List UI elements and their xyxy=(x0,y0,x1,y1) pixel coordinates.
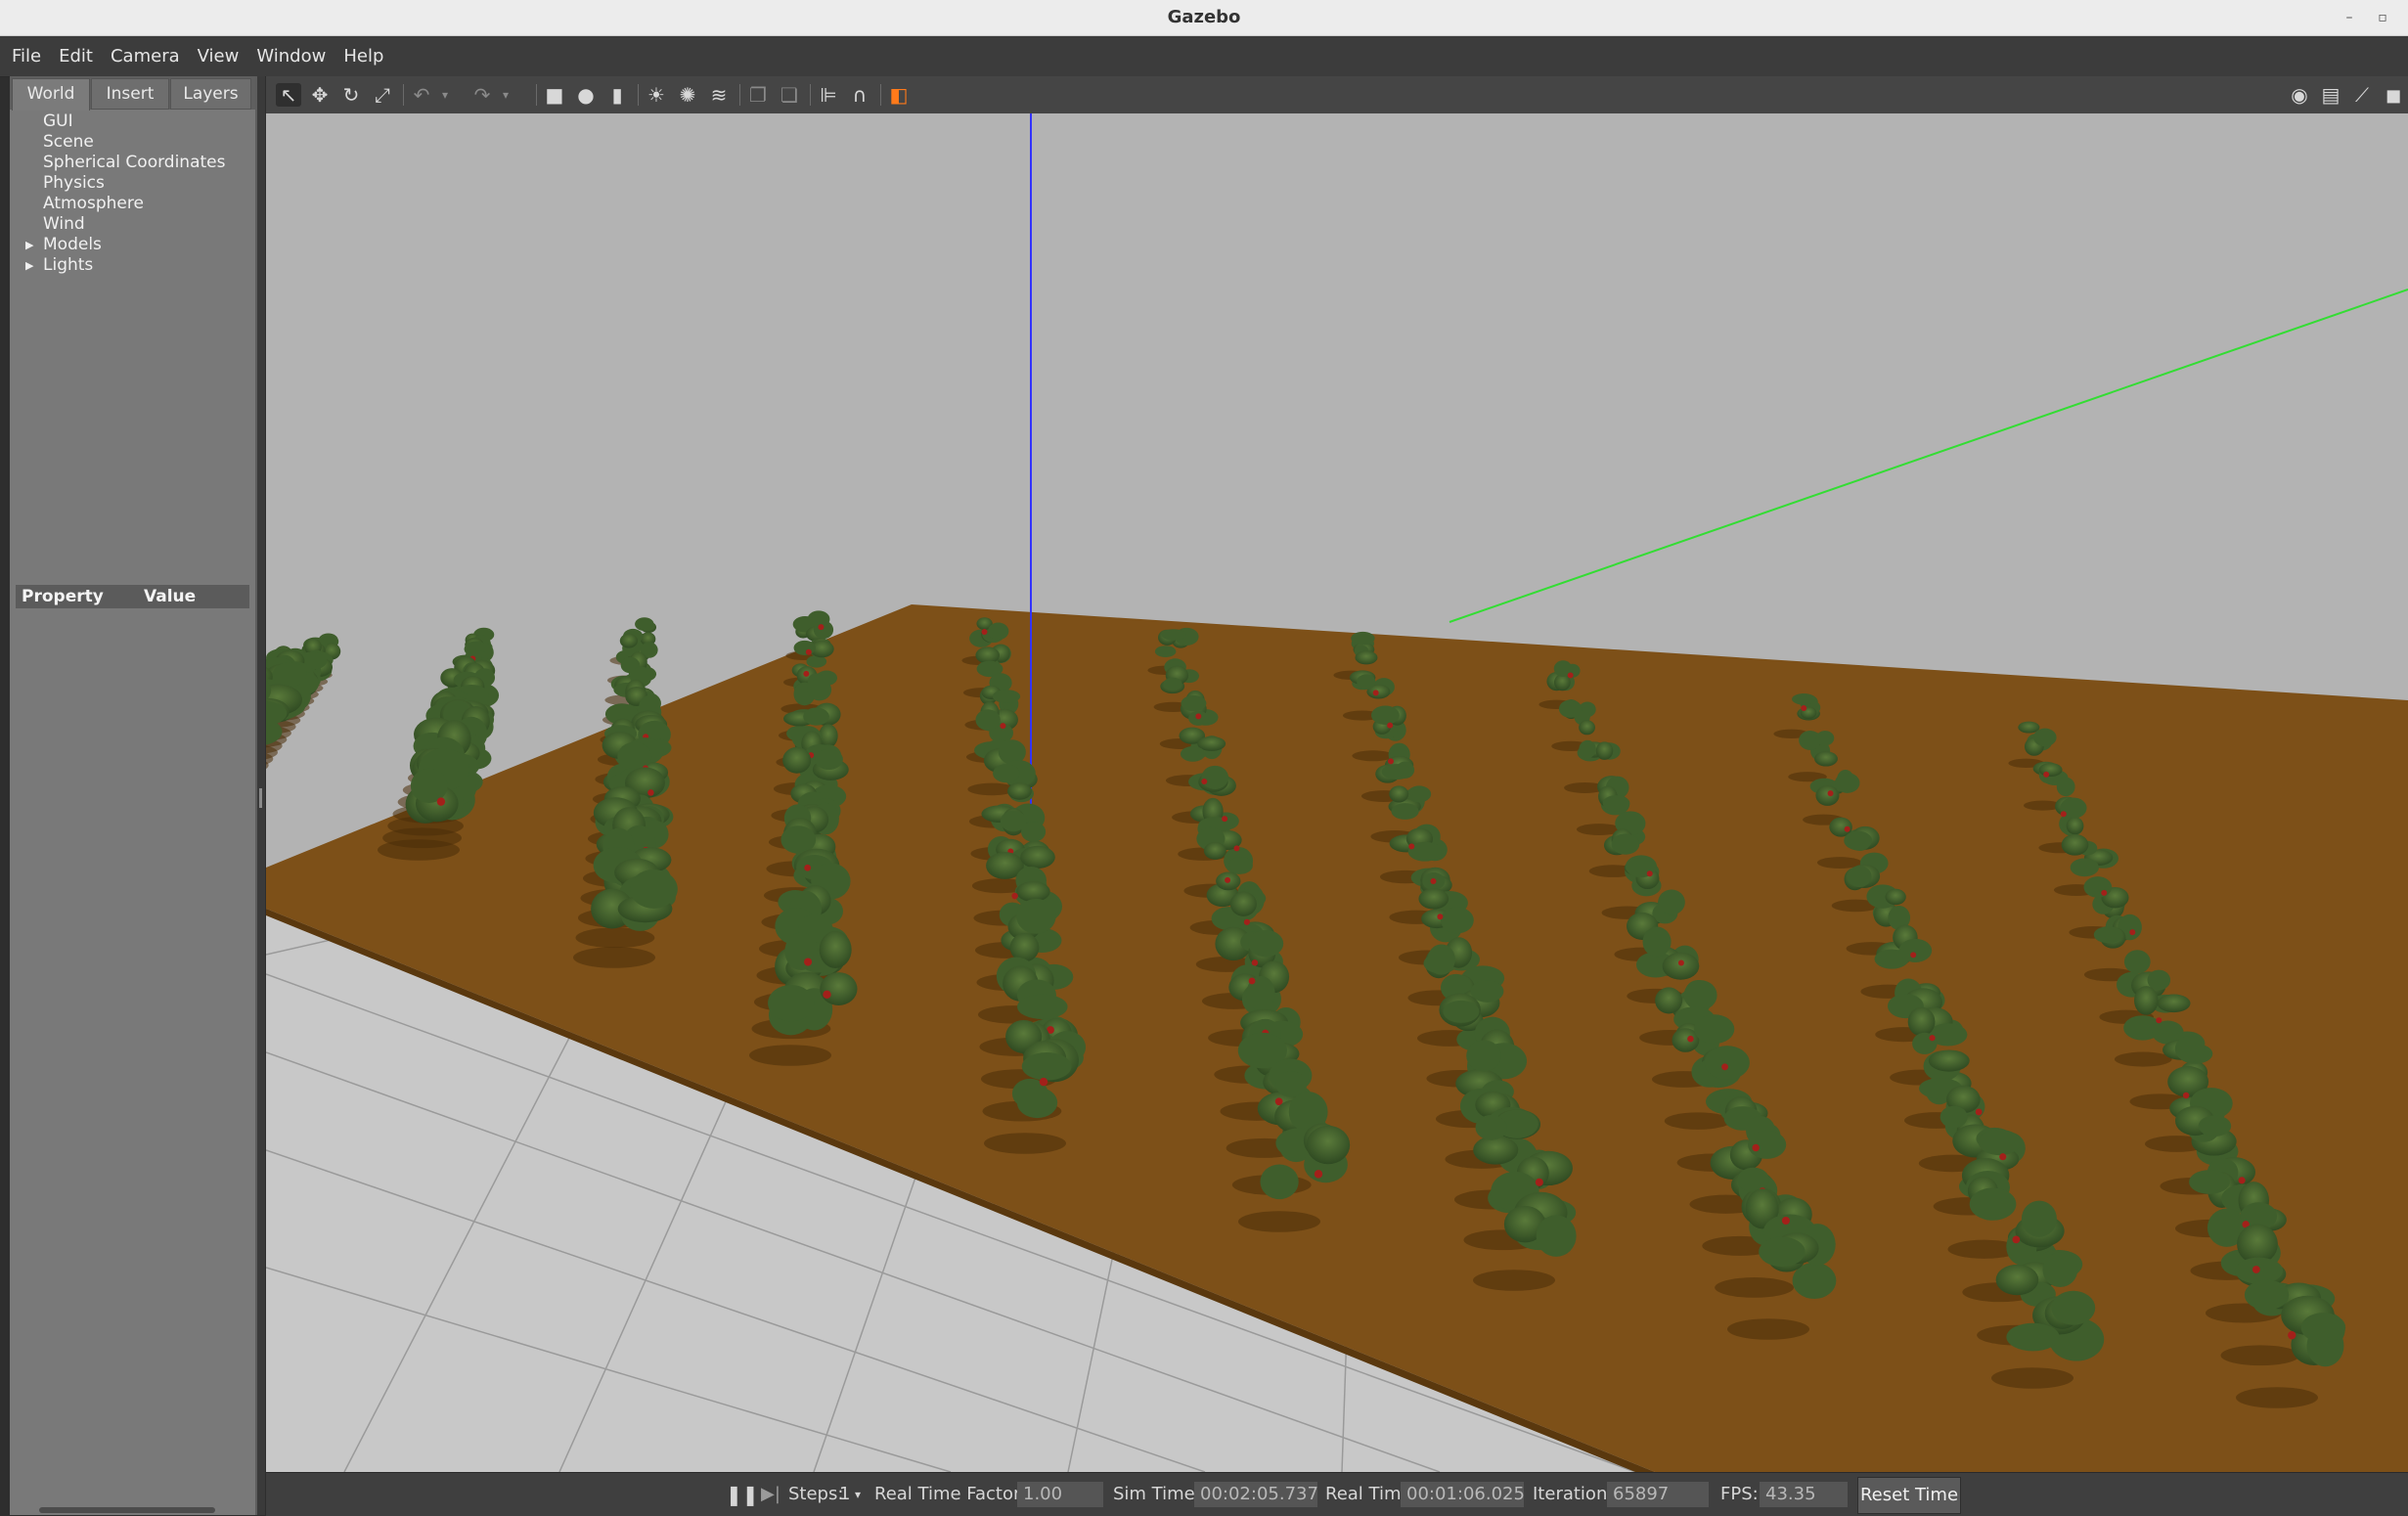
steps-dropdown-icon[interactable]: ▾ xyxy=(855,1473,861,1516)
record-video-icon[interactable]: ◼ xyxy=(2381,83,2406,107)
sim-time-label: Sim Time: xyxy=(1113,1484,1201,1504)
copy-icon[interactable]: ❐ xyxy=(745,83,771,107)
align-icon[interactable]: ⊫ xyxy=(816,83,841,107)
tab-world[interactable]: World xyxy=(12,78,90,111)
sphere-shape-icon[interactable]: ● xyxy=(573,83,599,107)
point-light-icon[interactable]: ☀ xyxy=(644,83,669,107)
iterations-value: 65897 xyxy=(1607,1482,1709,1507)
scene-viewport[interactable] xyxy=(266,113,2408,1472)
screenshot-icon[interactable]: ◉ xyxy=(2287,83,2312,107)
reset-time-button[interactable]: Reset Time xyxy=(1857,1477,1961,1514)
real-time-value: 00:01:06.025 xyxy=(1401,1482,1525,1507)
scene-render[interactable] xyxy=(266,113,2408,1472)
box-shape-icon[interactable]: ■ xyxy=(542,83,567,107)
value-column-header: Value xyxy=(144,587,197,606)
redo-icon[interactable]: ↷ xyxy=(469,83,495,107)
panel-tabs: World Insert Layers xyxy=(10,76,255,111)
tree-item-label: Lights xyxy=(43,255,94,275)
tree-item-physics[interactable]: Physics xyxy=(10,173,255,194)
status-bar: ❚❚ ▶| Steps: 1 ▾ Real Time Factor: 1.00 … xyxy=(266,1472,2408,1516)
rtf-label: Real Time Factor: xyxy=(874,1484,1027,1504)
fps-value: 43.35 xyxy=(1760,1482,1848,1507)
tree-item-label: Models xyxy=(43,235,102,254)
window-title-bar: Gazebo – ▫ xyxy=(0,0,2408,36)
tree-item-label: Atmosphere xyxy=(43,194,144,213)
tree-item-label: GUI xyxy=(43,111,73,131)
paste-icon[interactable]: ❏ xyxy=(777,83,802,107)
tree-item-atmosphere[interactable]: Atmosphere xyxy=(10,194,255,214)
menu-bar: File Edit Camera View Window Help xyxy=(0,36,2408,77)
menu-camera[interactable]: Camera xyxy=(102,36,189,76)
tree-item-label: Wind xyxy=(43,214,85,234)
world-tree: GUI Scene Spherical Coordinates Physics … xyxy=(10,111,255,276)
sim-time-value: 00:02:05.737 xyxy=(1194,1482,1318,1507)
steps-label: Steps: xyxy=(788,1484,844,1504)
toolbar: ↖ ✥ ↻ ⤢ ↶ ▾ ↷ ▾ ■ ● ▮ ☀ ✺ ≋ ❐ ❏ ⊫ ∩ ◧ ◉ … xyxy=(266,76,2408,114)
log-icon[interactable]: ▤ xyxy=(2318,83,2343,107)
tab-layers[interactable]: Layers xyxy=(170,78,251,110)
tree-item-scene[interactable]: Scene xyxy=(10,132,255,153)
tree-item-wind[interactable]: Wind xyxy=(10,214,255,235)
left-panel: World Insert Layers GUI Scene Spherical … xyxy=(10,76,257,1515)
property-table-header: Property Value xyxy=(16,585,249,608)
tree-item-label: Spherical Coordinates xyxy=(43,153,226,172)
expand-arrow-icon[interactable]: ▶ xyxy=(25,235,33,255)
cylinder-shape-icon[interactable]: ▮ xyxy=(604,83,630,107)
splitter-grip[interactable] xyxy=(259,788,262,808)
tree-item-spherical-coordinates[interactable]: Spherical Coordinates xyxy=(10,153,255,173)
property-column-header: Property xyxy=(22,587,104,606)
tree-item-lights[interactable]: ▶ Lights xyxy=(10,255,255,276)
step-icon[interactable]: ▶| xyxy=(761,1473,780,1516)
fps-label: FPS: xyxy=(1720,1484,1759,1504)
tree-item-models[interactable]: ▶ Models xyxy=(10,235,255,255)
expand-arrow-icon[interactable]: ▶ xyxy=(25,255,33,276)
minimize-icon[interactable]: – xyxy=(2340,8,2359,27)
restore-icon[interactable]: ▫ xyxy=(2373,8,2392,27)
menu-file[interactable]: File xyxy=(0,36,50,76)
y-axis-line xyxy=(1449,289,2408,623)
menu-view[interactable]: View xyxy=(189,36,248,76)
panel-splitter[interactable] xyxy=(257,76,265,1515)
steps-value[interactable]: 1 xyxy=(839,1473,850,1516)
change-view-icon[interactable]: ◧ xyxy=(886,83,912,107)
rotate-mode-icon[interactable]: ↻ xyxy=(338,83,364,107)
pause-icon[interactable]: ❚❚ xyxy=(726,1473,759,1516)
tree-item-label: Physics xyxy=(43,173,105,193)
undo-icon[interactable]: ↶ xyxy=(409,83,434,107)
scale-mode-icon[interactable]: ⤢ xyxy=(370,83,395,107)
rtf-value: 1.00 xyxy=(1017,1482,1103,1507)
directional-light-icon[interactable]: ≋ xyxy=(706,83,732,107)
select-mode-icon[interactable]: ↖ xyxy=(276,83,301,107)
menu-help[interactable]: Help xyxy=(334,36,392,76)
window-title: Gazebo xyxy=(1167,7,1241,27)
tab-insert[interactable]: Insert xyxy=(91,78,169,110)
spot-light-icon[interactable]: ✺ xyxy=(675,83,700,107)
horizontal-scrollbar[interactable] xyxy=(39,1507,215,1513)
redo-history-icon[interactable]: ▾ xyxy=(499,83,513,107)
tree-item-gui[interactable]: GUI xyxy=(10,111,255,132)
tree-item-label: Scene xyxy=(43,132,94,152)
undo-history-icon[interactable]: ▾ xyxy=(438,83,452,107)
plot-icon[interactable]: ⟋ xyxy=(2349,83,2375,107)
menu-window[interactable]: Window xyxy=(247,36,334,76)
snap-icon[interactable]: ∩ xyxy=(847,83,872,107)
menu-edit[interactable]: Edit xyxy=(50,36,102,76)
translate-mode-icon[interactable]: ✥ xyxy=(307,83,333,107)
